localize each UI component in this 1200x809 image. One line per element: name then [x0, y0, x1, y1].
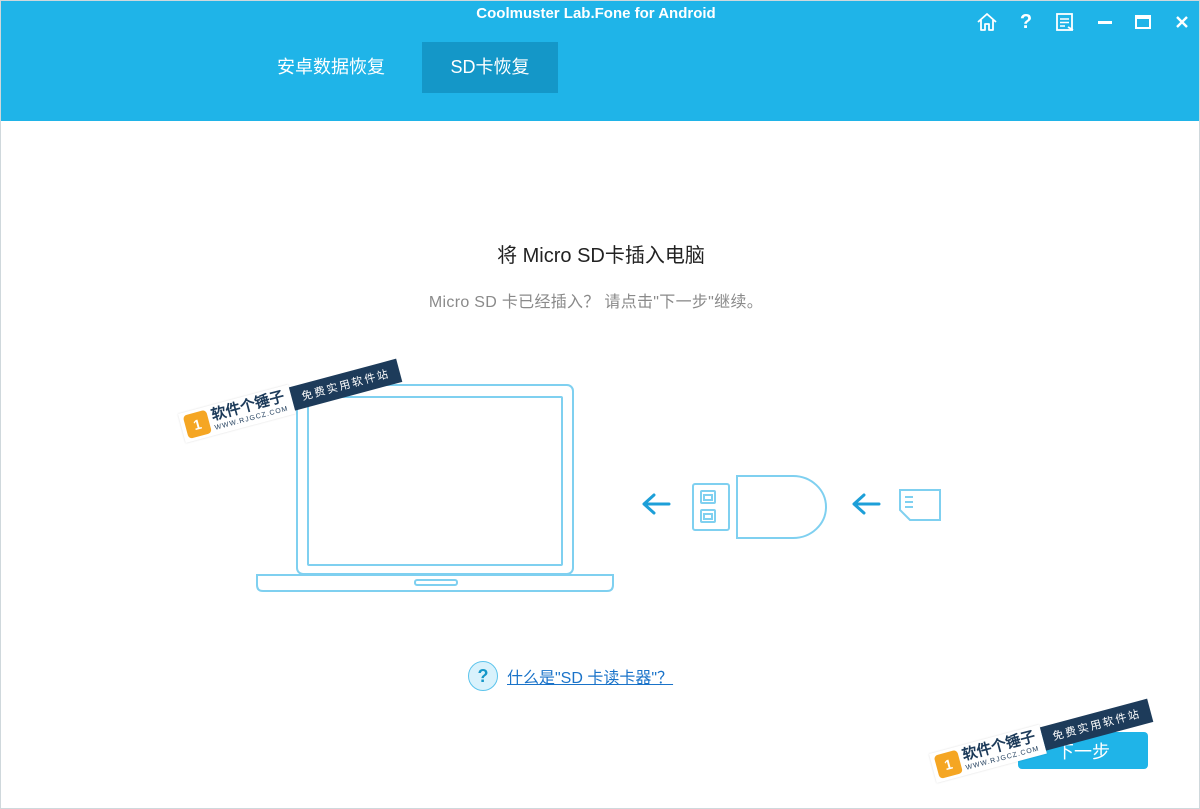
question-circle-icon: ? — [468, 661, 498, 691]
sd-card-icon — [899, 489, 941, 521]
app-window: Coolmuster Lab.Fone for Android ? 安卓数据恢复… — [0, 0, 1200, 809]
arrow-left-icon — [852, 493, 881, 515]
arrow-left-icon — [642, 493, 671, 515]
watermark-logo-icon: 1 — [182, 409, 213, 440]
help-link-text[interactable]: 什么是"SD 卡读卡器"？ — [507, 664, 673, 688]
card-reader-icon — [692, 475, 827, 539]
help-link-sd-card-reader[interactable]: ? 什么是"SD 卡读卡器"？ — [468, 660, 673, 692]
watermark-logo-icon: 1 — [933, 749, 964, 780]
laptop-icon — [256, 384, 614, 592]
